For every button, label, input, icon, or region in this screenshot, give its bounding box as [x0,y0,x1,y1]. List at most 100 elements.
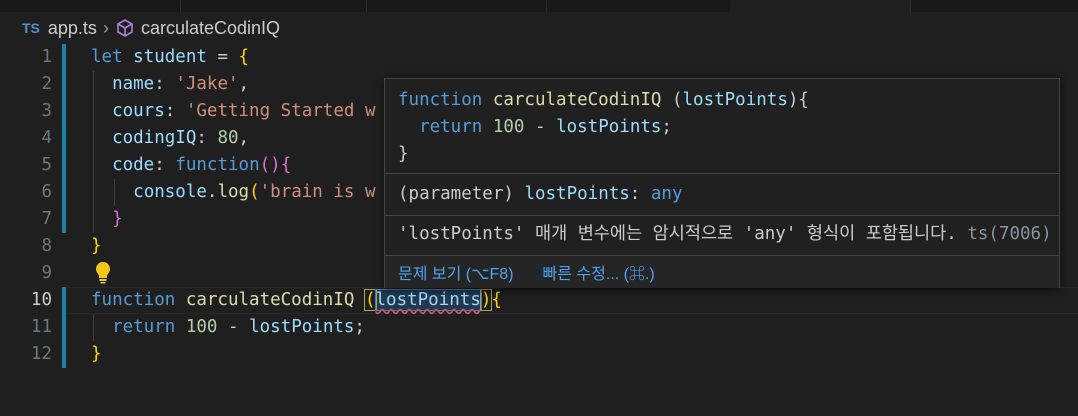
hover-actions: 문제 보기 (⌥F8) 빠른 수정... (⌘.) [385,255,1059,288]
code-token: let [91,47,134,67]
code-token: , [238,128,250,148]
code-token: return [112,317,186,337]
code-line[interactable]: 11 return 100 - lostPoints; [0,314,1078,341]
code-token: ( [249,182,260,202]
code-token: ; [661,117,672,137]
code-text: name: 'Jake', [91,71,249,98]
code-token: : [154,155,176,175]
code-token: code [112,155,155,175]
code-token: ; [354,317,365,337]
tab[interactable] [546,0,731,12]
line-number[interactable]: 7 [0,206,52,233]
code-text: let student = { [91,44,249,71]
tab[interactable] [0,0,181,12]
line-number[interactable]: 6 [0,179,52,206]
code-token: 'brain is w [259,182,376,202]
signature-line: function carculateCodinIQ (lostPoints){ [398,87,809,114]
line-number[interactable]: 2 [0,71,52,98]
code-token: 80 [217,128,239,148]
breadcrumb: TS app.ts › carculateCodinIQ [0,12,1078,44]
code-token: student [133,47,207,67]
code-line[interactable]: 12} [0,341,1078,368]
line-number[interactable]: 5 [0,152,52,179]
code-line[interactable]: 1 let student = { [0,44,1078,71]
code-token: 'Getting Started w [185,101,376,121]
signature-line: return 100 - lostPoints; [398,114,809,141]
code-text: } [91,233,102,260]
code-token: : [154,74,176,94]
code-token: function [175,155,260,175]
diagnostic-code[interactable]: ts(7006) [967,224,1051,244]
code-token: ( [363,289,377,311]
hover-divider [385,215,1059,216]
symbol-method-icon [117,19,133,37]
line-number[interactable]: 8 [0,233,52,260]
code-token: ) [479,289,493,311]
code-token: = [206,47,239,67]
tab-active[interactable] [730,0,911,12]
code-token: : [164,101,186,121]
hover-divider [385,173,1059,174]
code-token: carculateCodinIQ [492,90,672,110]
line-number[interactable]: 1 [0,44,52,71]
hover-signature: function carculateCodinIQ (lostPoints){ … [398,87,809,168]
lightbulb-icon[interactable] [94,260,112,284]
code-token: : [196,128,218,148]
code-token: lostPoints [374,289,482,311]
code-token: return [419,117,493,137]
code-token: 100 [185,317,218,337]
code-token: lostPoints [556,117,662,137]
param-label: (parameter) [398,184,525,204]
line-number[interactable]: 10 [0,287,52,314]
code-text: } [91,206,123,233]
code-token: - [524,117,557,137]
hover-diagnostic: 'lostPoints' 매개 변수에는 암시적으로 'any' 형식이 포함됩… [398,221,1052,248]
code-token: function [91,290,186,310]
code-token: () [259,155,281,175]
param-sep: : [629,184,651,204]
line-number[interactable]: 12 [0,341,52,368]
code-text: code: function(){ [91,152,291,179]
line-number[interactable]: 3 [0,98,52,125]
quick-fix-link[interactable]: 빠른 수정... (⌘.) [543,260,655,284]
code-text: return 100 - lostPoints; [91,314,365,341]
code-token: 100 [492,117,525,137]
code-token: } [91,344,102,364]
code-token: lostPoints [249,317,355,337]
code-token: { [238,47,250,67]
tab[interactable] [366,0,547,12]
code-token: - [217,317,250,337]
breadcrumb-symbol[interactable]: carculateCodinIQ [141,18,280,39]
code-token: 'Jake' [175,74,239,94]
line-number[interactable]: 9 [0,260,52,287]
code-text: console.log('brain is w [91,179,376,206]
code-token: } [112,209,123,229]
tab[interactable] [180,0,367,12]
code-token: carculateCodinIQ [185,290,365,310]
code-token: cours [112,101,165,121]
code-text: } [91,341,102,368]
code-text: codingIQ: 80, [91,125,249,152]
line-number[interactable]: 4 [0,125,52,152]
hover-tooltip: function carculateCodinIQ (lostPoints){ … [384,78,1060,288]
code-token: ( [671,90,683,110]
code-token: name [112,74,155,94]
param-name: lostPoints [524,184,630,204]
breadcrumb-file[interactable]: app.ts [48,18,97,39]
code-text: function carculateCodinIQ (lostPoints){ [91,287,502,314]
code-token: function [398,90,493,110]
tab-strip [0,0,1078,12]
code-line[interactable]: 10 function carculateCodinIQ (lostPoints)… [0,287,1078,314]
line-number[interactable]: 11 [0,314,52,341]
chevron-right-icon: › [102,17,109,38]
code-token: ){ [787,90,809,110]
view-problem-link[interactable]: 문제 보기 (⌥F8) [398,260,514,284]
code-token: codingIQ [112,128,197,148]
